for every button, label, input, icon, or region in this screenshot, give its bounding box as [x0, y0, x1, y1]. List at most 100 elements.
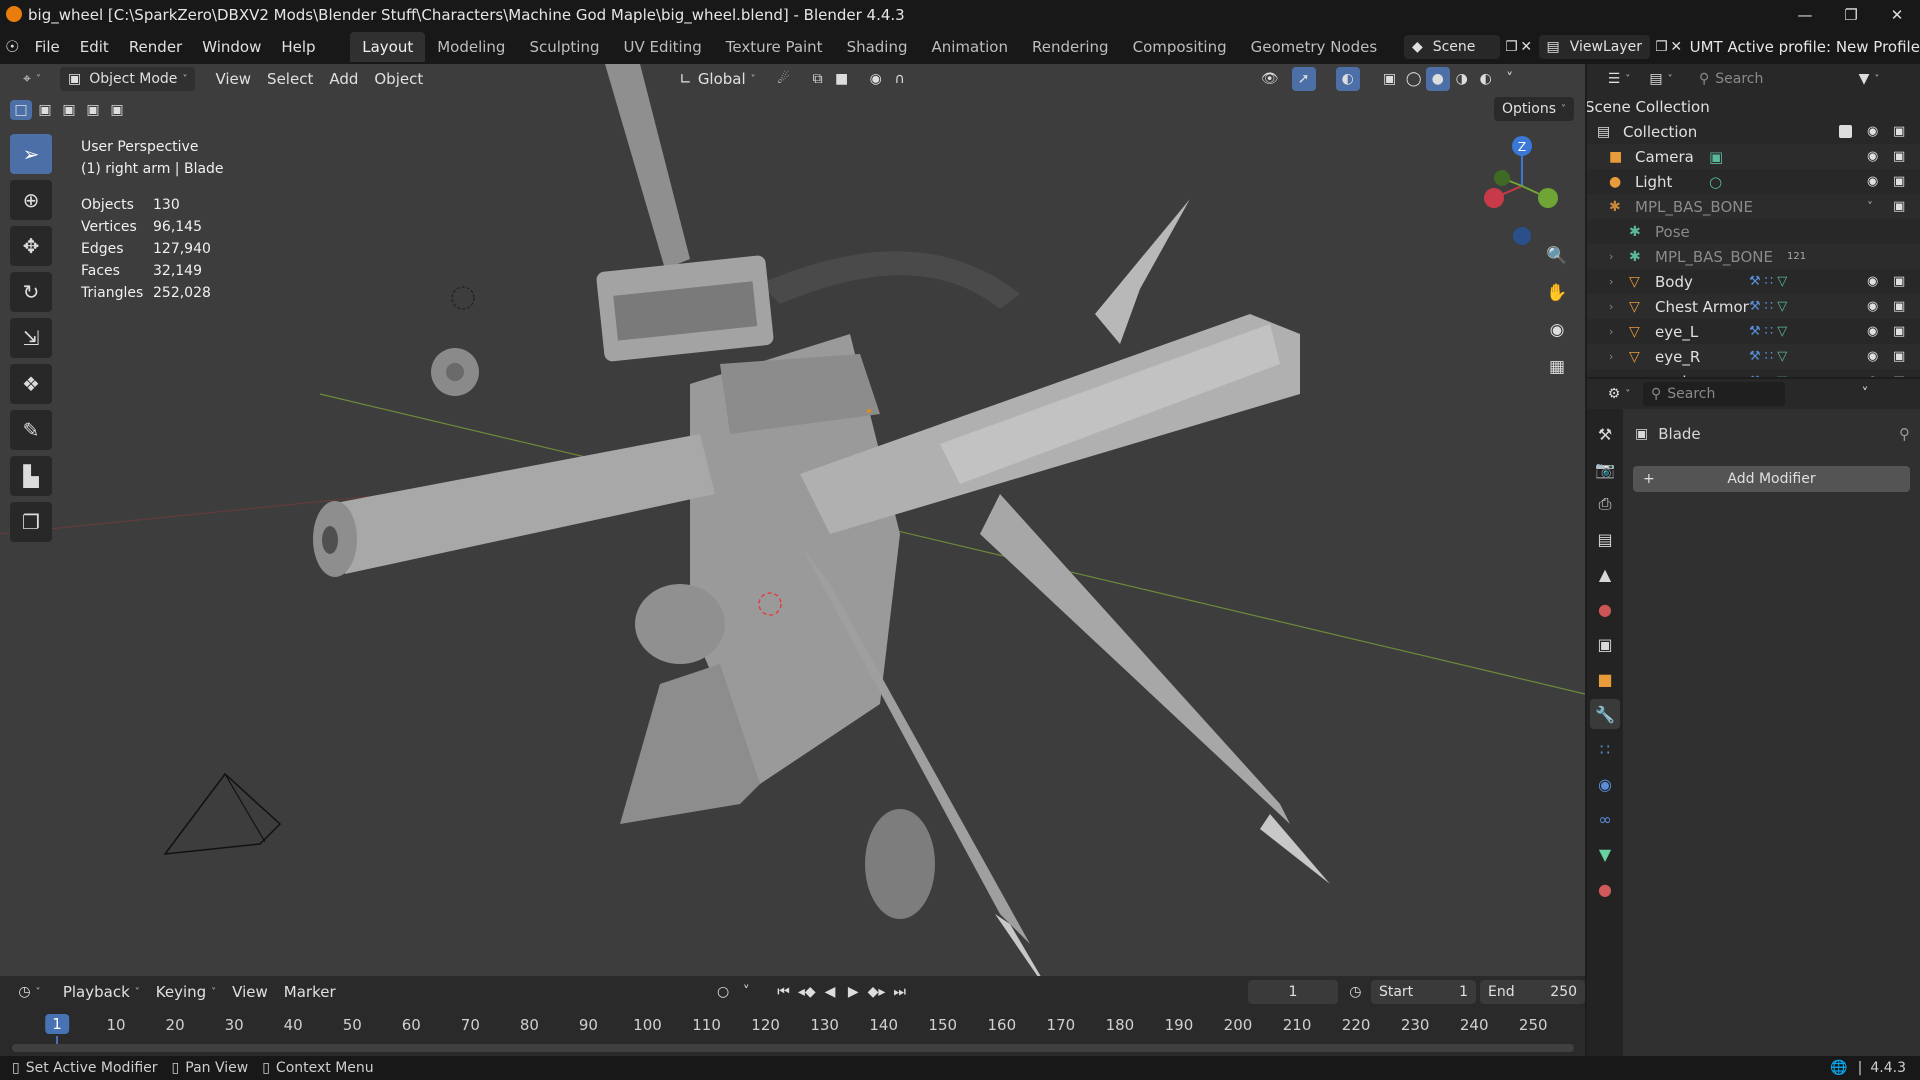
end-frame-field[interactable]: End 250: [1479, 980, 1586, 1004]
physics-tab-icon[interactable]: ◉: [1590, 769, 1620, 799]
measure-tool-icon[interactable]: ▙: [10, 456, 52, 496]
add-cube-tool-icon[interactable]: ❐: [10, 502, 52, 542]
keying-options-icon[interactable]: ˅: [735, 980, 758, 1004]
rendered-shading-icon[interactable]: ◐: [1474, 67, 1498, 91]
tab-layout[interactable]: Layout: [350, 31, 426, 62]
outliner-search-input[interactable]: ⚲ Search: [1691, 67, 1833, 91]
viewport-scene[interactable]: [0, 64, 1585, 976]
menu-file[interactable]: File: [25, 38, 70, 56]
display-mode-icon[interactable]: ▤ ˅: [1643, 67, 1679, 91]
camera-render-icon[interactable]: ▣: [1893, 199, 1905, 214]
3d-viewport[interactable]: ⌖ ˅ ▣ Object Mode ˅ View Select Add Objec…: [0, 64, 1585, 976]
expand-icon[interactable]: ›: [1609, 375, 1613, 377]
outliner-row[interactable]: ✱ Pose: [1587, 219, 1920, 244]
output-tab-icon[interactable]: ⎙: [1590, 489, 1620, 519]
play-reverse-icon[interactable]: ◀: [818, 980, 841, 1004]
menu-add[interactable]: Add: [321, 67, 366, 91]
minimize-button[interactable]: —: [1782, 0, 1828, 29]
outliner-editor-type-icon[interactable]: ☰ ˅: [1601, 67, 1637, 91]
chevron-icon[interactable]: ˅: [1867, 200, 1873, 214]
outliner-row[interactable]: › ▽ Chest Armor ⚒ ∷ ▽ ◉ ▣: [1587, 294, 1920, 319]
outliner-row[interactable]: ▤ Collection ◉ ▣: [1587, 119, 1920, 144]
chevron-down-icon[interactable]: ˅: [1853, 382, 1877, 406]
wireframe-shading-icon[interactable]: ◯: [1402, 67, 1426, 91]
camera-render-icon[interactable]: ▣: [1893, 274, 1905, 289]
expand-icon[interactable]: ›: [1609, 275, 1613, 288]
camera-render-icon[interactable]: ▣: [1893, 299, 1905, 314]
delete-view-layer-icon[interactable]: ✕: [1669, 35, 1684, 59]
eye-icon[interactable]: ◉: [1867, 124, 1878, 139]
blender-menu-icon[interactable]: ☉: [0, 37, 25, 56]
camera-view-icon[interactable]: ◉: [1541, 314, 1573, 346]
tab-modeling[interactable]: Modeling: [425, 32, 517, 62]
rotate-tool-icon[interactable]: ↻: [10, 272, 52, 312]
camera-render-icon[interactable]: ▣: [1893, 324, 1905, 339]
pin-icon[interactable]: ⚲: [1899, 425, 1910, 443]
frame-ruler[interactable]: 1 10 20 30 40 50 60 70 80 90 100 110 120 130 140 150 160…: [0, 1008, 1585, 1046]
timeline-menu-playback[interactable]: Playback ˅: [55, 980, 148, 1004]
tab-compositing[interactable]: Compositing: [1121, 32, 1239, 62]
material-shading-icon[interactable]: ◑: [1450, 67, 1474, 91]
new-scene-icon[interactable]: ❐: [1504, 35, 1519, 59]
constraints-tab-icon[interactable]: ∞: [1590, 804, 1620, 834]
use-preview-range-icon[interactable]: ◷: [1344, 980, 1367, 1004]
auto-keying-icon[interactable]: ○: [711, 980, 734, 1004]
view-layer-selector[interactable]: ▤ ViewLayer: [1538, 34, 1651, 59]
expand-icon[interactable]: ›: [1609, 325, 1613, 338]
move-tool-icon[interactable]: ✥: [10, 226, 52, 266]
object-tab-icon[interactable]: ■: [1590, 664, 1620, 694]
menu-window[interactable]: Window: [192, 38, 271, 56]
play-icon[interactable]: ▶: [842, 980, 865, 1004]
tab-uv-editing[interactable]: UV Editing: [612, 32, 714, 62]
menu-help[interactable]: Help: [271, 38, 325, 56]
select-intersect-icon[interactable]: ▣: [106, 100, 128, 120]
expand-icon[interactable]: ›: [1609, 350, 1613, 363]
cursor-tool-icon[interactable]: ⊕: [10, 180, 52, 220]
current-frame-field[interactable]: 1: [1248, 980, 1338, 1004]
timeline-menu-marker[interactable]: Marker: [276, 980, 344, 1004]
camera-render-icon[interactable]: ▣: [1893, 174, 1905, 189]
view-layer-tab-icon[interactable]: ▤: [1590, 524, 1620, 554]
expand-icon[interactable]: ›: [1609, 300, 1613, 313]
xray-icon[interactable]: ▣: [1378, 67, 1402, 91]
tab-shading[interactable]: Shading: [835, 32, 920, 62]
filter-icon[interactable]: ▼ ˅: [1851, 67, 1887, 91]
outliner-row[interactable]: › ▽ eyebrows ⚒ ∷ ▽ ◉ ▣: [1587, 369, 1920, 378]
tab-rendering[interactable]: Rendering: [1020, 32, 1121, 62]
menu-select[interactable]: Select: [259, 67, 321, 91]
menu-view[interactable]: View: [207, 67, 259, 91]
maximize-button[interactable]: ❐: [1828, 0, 1874, 29]
jump-end-icon[interactable]: ⏭: [888, 980, 911, 1004]
eye-icon[interactable]: ◉: [1867, 174, 1878, 189]
navigation-gizmo[interactable]: Z: [1470, 134, 1580, 254]
pan-hand-icon[interactable]: ✋: [1541, 277, 1573, 309]
expand-icon[interactable]: ›: [1609, 250, 1613, 263]
outliner-row[interactable]: › ▽ Body ⚒ ∷ ▽ ◉ ▣: [1587, 269, 1920, 294]
outliner-row[interactable]: ● Light ○ ◉ ▣: [1587, 169, 1920, 194]
properties-search-input[interactable]: ⚲ Search: [1643, 382, 1785, 406]
select-subtract-icon[interactable]: ▣: [58, 100, 80, 120]
add-modifier-button[interactable]: + Add Modifier: [1633, 466, 1910, 492]
tab-sculpting[interactable]: Sculpting: [517, 32, 611, 62]
close-button[interactable]: ✕: [1874, 0, 1920, 29]
select-extend-icon[interactable]: ▣: [34, 100, 56, 120]
options-dropdown[interactable]: Options ˅: [1494, 97, 1575, 121]
eye-icon[interactable]: ◉: [1867, 349, 1878, 364]
collection-tab-icon[interactable]: ▣: [1590, 629, 1620, 659]
eye-icon[interactable]: ◉: [1867, 299, 1878, 314]
properties-editor-type-icon[interactable]: ⚙ ˅: [1601, 382, 1637, 406]
tool-tab-icon[interactable]: ⚒: [1590, 419, 1620, 449]
outliner-row[interactable]: › ▽ eye_R ⚒ ∷ ▽ ◉ ▣: [1587, 344, 1920, 369]
timeline-scrollbar[interactable]: [12, 1044, 1574, 1052]
annotate-tool-icon[interactable]: ✎: [10, 410, 52, 450]
timeline-menu-view[interactable]: View: [224, 980, 276, 1004]
exclude-checkbox[interactable]: [1839, 125, 1852, 138]
gizmo-toggle-icon[interactable]: ➚: [1291, 67, 1316, 91]
render-tab-icon[interactable]: 📷: [1590, 454, 1620, 484]
select-new-icon[interactable]: □: [10, 100, 32, 120]
outliner-row[interactable]: ✱ MPL_BAS_BONE ˅ ▣: [1587, 194, 1920, 219]
camera-render-icon[interactable]: ▣: [1893, 374, 1905, 377]
falloff-icon[interactable]: ∩: [888, 67, 912, 91]
eye-icon[interactable]: ◉: [1867, 274, 1878, 289]
menu-render[interactable]: Render: [119, 38, 192, 56]
